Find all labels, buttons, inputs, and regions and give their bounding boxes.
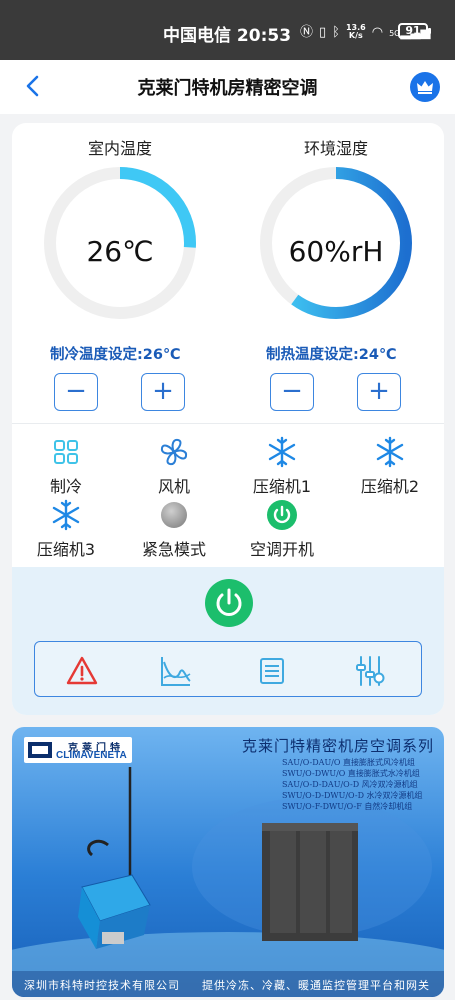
status-fan: 风机 (129, 435, 219, 497)
chart-icon[interactable] (159, 654, 193, 688)
control-card: 室内温度 26℃ 环境湿度 60%rH 制冷温度设定:26℃ 制热温度设定:24… (12, 123, 444, 715)
status-label: 空调开机 (249, 540, 314, 559)
status-cooling: 制冷 (21, 435, 111, 497)
list-icon[interactable] (255, 654, 289, 688)
gauge-label: 环境湿度 (303, 139, 368, 158)
humidity-value: 60%rH (288, 235, 384, 268)
power-icon (216, 588, 242, 616)
banner-footer: 深圳市科特时控技术有限公司 提供冷冻、冷藏、暖通监控管理平台和网关 (12, 971, 444, 997)
status-emergency: 紧急模式 (129, 498, 219, 560)
snowflake-icon (268, 436, 296, 468)
control-panel (12, 567, 444, 715)
toolbar (34, 641, 422, 697)
cooling-plus-button[interactable]: + (141, 373, 185, 411)
status-label: 制冷 (49, 477, 82, 496)
vibrate-icon: ▯ (319, 24, 327, 40)
banner-title: 克莱门特精密机房空调系列 (242, 737, 435, 755)
temperature-gauge: 室内温度 26℃ (40, 135, 200, 319)
page-title: 克莱门特机房精密空调 (137, 78, 318, 99)
nfc-icon: Ⓝ (300, 24, 314, 40)
company-slogan: 提供冷冻、冷藏、暖通监控管理平台和网关 (202, 979, 430, 992)
vip-crown-icon[interactable] (410, 72, 440, 102)
heating-plus-button[interactable]: + (357, 373, 401, 411)
status-label: 压缩机2 (360, 477, 420, 496)
status-label: 紧急模式 (141, 540, 206, 559)
snowflake-icon (376, 436, 404, 468)
status-compressor-2: 压缩机2 (345, 435, 435, 497)
promo-banner[interactable]: 克莱门特 CLIMAVENETA 克莱门特精密机房空调系列 SAU/O-DAU/… (12, 727, 444, 997)
power-button[interactable] (205, 579, 253, 627)
heating-minus-button[interactable]: − (270, 373, 314, 411)
status-compressor-1: 压缩机1 (237, 435, 327, 497)
cooling-setpoint: 制冷温度设定:26℃ (50, 347, 181, 363)
status-label: 风机 (157, 477, 190, 496)
alarm-icon[interactable] (65, 654, 99, 688)
divider (12, 423, 444, 424)
status-label: 压缩机1 (252, 477, 312, 496)
model-line: SWU/O-DWU/O 直接膨胀式水冷机组 (282, 769, 420, 778)
grey-dot-icon (161, 502, 187, 528)
wifi-icon: ◠ (371, 24, 384, 40)
settings-sliders-icon[interactable] (353, 654, 387, 688)
gauge-label: 室内温度 (87, 139, 152, 158)
status-label: 压缩机3 (36, 540, 96, 559)
company-name: 深圳市科特时控技术有限公司 (24, 979, 180, 992)
net-speed: 13.6 K/s (345, 23, 366, 40)
grid-icon (54, 440, 78, 464)
battery-icon: 91 (398, 23, 431, 39)
fan-icon (160, 438, 188, 466)
model-line: SWU/O-F-DWU/O-F 自然冷却机组 (282, 802, 413, 811)
model-line: SAU/O-DAU/O 直接膨胀式风冷机组 (282, 758, 415, 767)
snowflake-icon (52, 499, 80, 531)
brand-logo-icon (28, 742, 52, 758)
bluetooth-icon: ᛒ (332, 24, 340, 40)
heating-setpoint: 制热温度设定:24℃ (266, 347, 397, 363)
carrier-time: 中国电信 20:53 (163, 26, 292, 46)
cooling-minus-button[interactable]: − (54, 373, 98, 411)
model-line: SWU/O-D-DWU/O-D 水冷双冷源机组 (282, 791, 423, 800)
temperature-value: 26℃ (86, 235, 154, 268)
power-on-icon (267, 500, 297, 530)
status-compressor-3: 压缩机3 (21, 498, 111, 560)
status-bar: 中国电信 20:53 Ⓝ ▯ ᛒ 13.6 K/s ◠ 5G▂▃▅ 91 (0, 0, 455, 60)
humidity-gauge: 环境湿度 60%rH (256, 135, 416, 319)
banner-model-list: SAU/O-DAU/O 直接膨胀式风冷机组 SWU/O-DWU/O 直接膨胀式水… (282, 757, 423, 812)
nav-bar: 克莱门特机房精密空调 (0, 60, 455, 114)
brand-logo: 克莱门特 CLIMAVENETA (24, 737, 132, 763)
model-line: SAU/O-D-DAU/O-D 风冷双冷源机组 (282, 780, 418, 789)
status-ac-on: 空调开机 (237, 498, 327, 560)
